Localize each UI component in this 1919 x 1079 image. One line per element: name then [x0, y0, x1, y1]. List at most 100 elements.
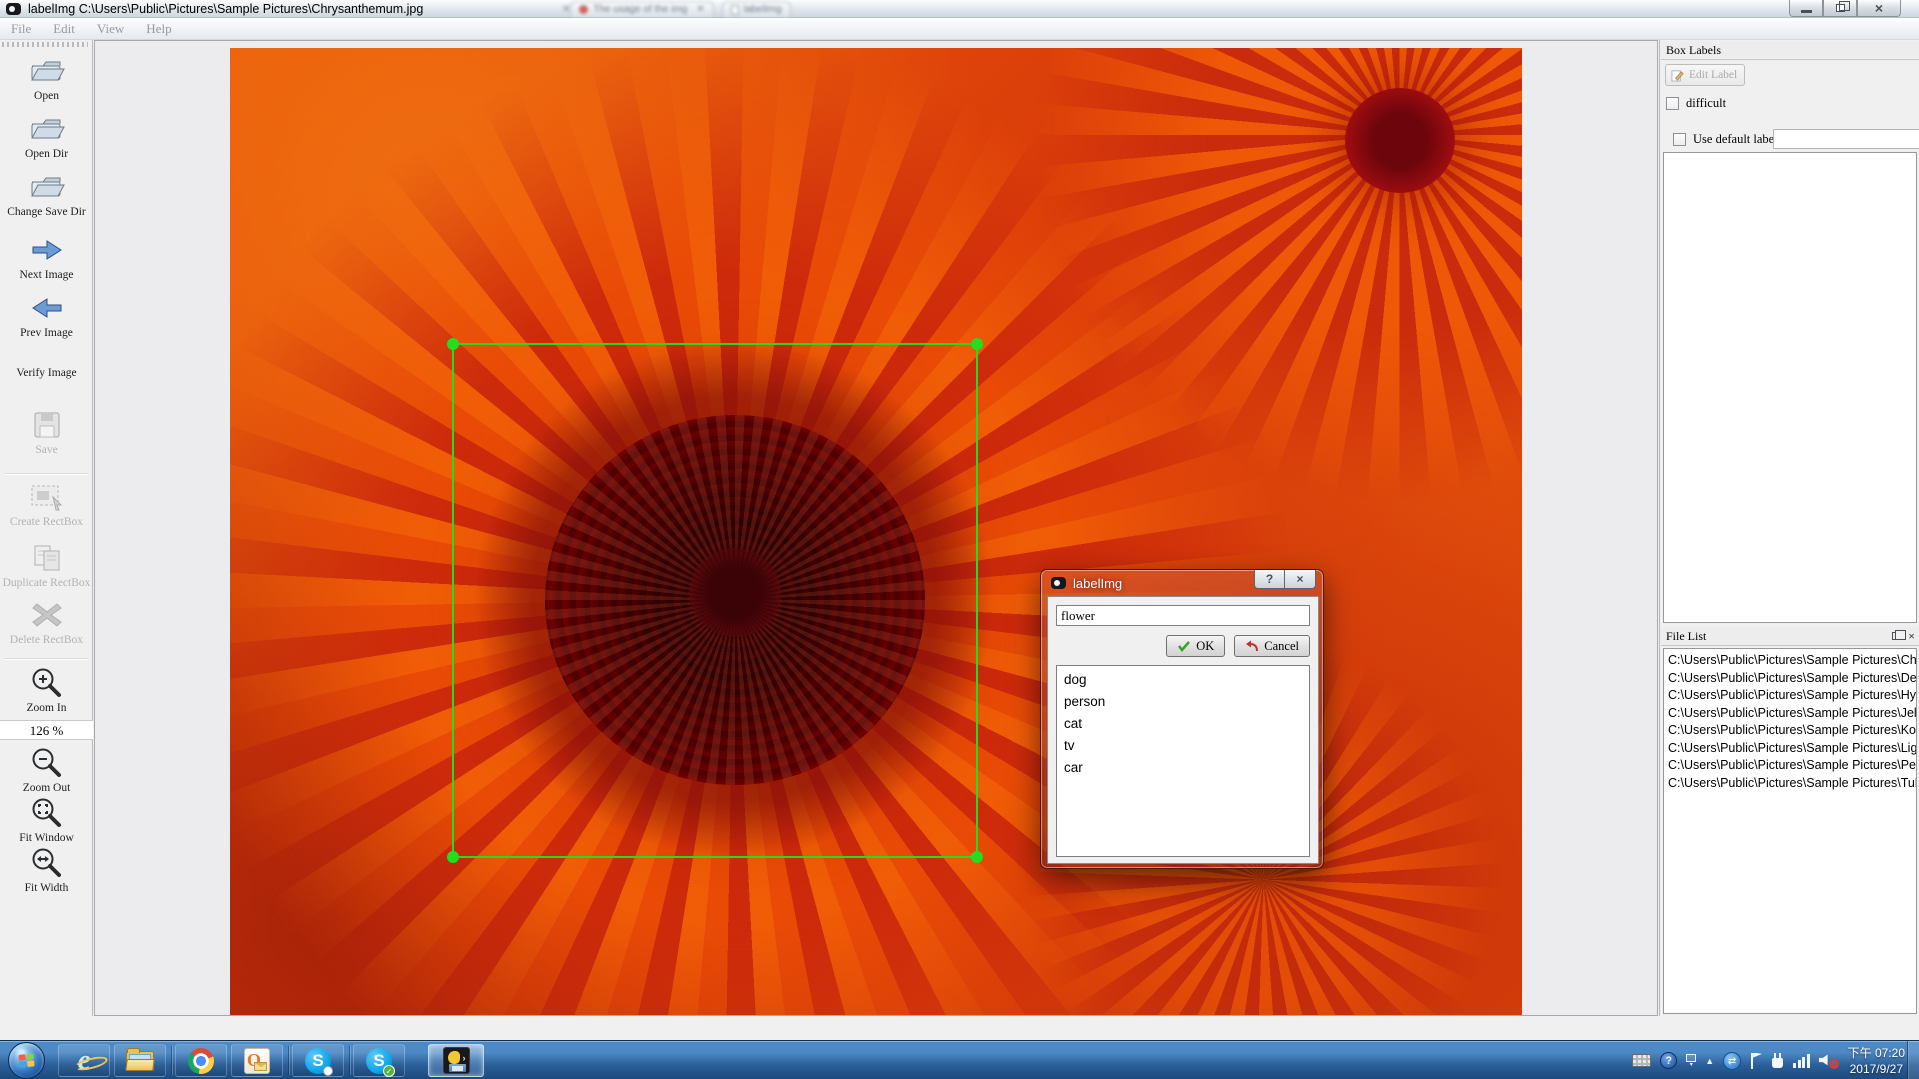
zoom-in-button[interactable]: Zoom In	[0, 666, 93, 715]
bbox-handle-bottomleft[interactable]	[447, 851, 459, 863]
taskbar-outlook-button[interactable]: O	[231, 1044, 283, 1077]
label-option[interactable]: tv	[1064, 735, 1309, 757]
safely-remove-hardware-icon[interactable]	[1771, 1053, 1784, 1068]
language-bar-icon[interactable]: ▾	[1686, 1054, 1696, 1068]
arrow-left-icon	[0, 291, 93, 325]
fit-width-button[interactable]: Fit Width	[0, 846, 93, 895]
verify-image-button[interactable]: Verify Image	[0, 365, 93, 380]
window-controls: ×	[1789, 0, 1901, 17]
arrow-right-icon	[0, 233, 93, 267]
taskbar-clock[interactable]: 下午 07:20 2017/9/27	[1848, 1045, 1905, 1077]
box-labels-list[interactable]	[1663, 152, 1917, 623]
save-button[interactable]: Save	[0, 408, 93, 457]
label-option[interactable]: person	[1064, 691, 1309, 713]
background-tab-close-icon[interactable]: ✕	[562, 4, 570, 15]
background-tab-1[interactable]: The usage of the img ✕	[570, 1, 713, 17]
next-image-button[interactable]: Next Image	[0, 233, 93, 282]
file-list-item[interactable]: C:\Users\Public\Pictures\Sample Pictures…	[1664, 775, 1916, 793]
screen: labelImg C:\Users\Public\Pictures\Sample…	[0, 0, 1919, 1079]
dock-close-icon[interactable]: ×	[1908, 630, 1915, 642]
close-button[interactable]: ×	[1857, 0, 1901, 17]
open-dir-button[interactable]: Open Dir	[0, 112, 93, 161]
dialog-close-button[interactable]: ×	[1285, 570, 1316, 589]
title-bar[interactable]: labelImg C:\Users\Public\Pictures\Sample…	[0, 0, 1919, 18]
open-button[interactable]: Open	[0, 54, 93, 103]
taskbar-skype-button[interactable]: S	[292, 1044, 344, 1077]
taskbar-skype-online-button[interactable]: S✓	[353, 1044, 405, 1077]
taskbar-internet-explorer-button[interactable]: e	[58, 1044, 110, 1077]
page-icon	[731, 5, 739, 15]
sync-icon[interactable]: ⇄	[1723, 1052, 1741, 1070]
create-rectbox-button[interactable]: Create RectBox	[0, 480, 93, 529]
taskbar-explorer-button[interactable]	[114, 1044, 166, 1077]
file-list-header[interactable]: File List ×	[1661, 627, 1919, 646]
file-list-item[interactable]: C:\Users\Public\Pictures\Sample Pictures…	[1664, 757, 1916, 775]
delete-rectbox-button[interactable]: Delete RectBox	[0, 598, 93, 647]
zoom-in-icon	[0, 666, 93, 700]
dialog-help-button[interactable]: ?	[1254, 570, 1285, 589]
label-dialog[interactable]: labelImg ? × OK Cancel dog person	[1040, 569, 1324, 869]
bbox-handle-topright[interactable]	[971, 338, 983, 350]
file-list-item[interactable]: C:\Users\Public\Pictures\Sample Pictures…	[1664, 705, 1916, 723]
network-signal-icon[interactable]	[1793, 1053, 1810, 1068]
volume-muted-icon[interactable]	[1819, 1052, 1839, 1069]
bbox-handle-topleft[interactable]	[447, 338, 459, 350]
show-desktop-button[interactable]	[1907, 1041, 1919, 1079]
menu-view[interactable]: View	[86, 21, 135, 37]
status-bar	[0, 1016, 1919, 1040]
minimize-button[interactable]	[1789, 0, 1823, 17]
internet-explorer-icon: e	[78, 1046, 91, 1075]
change-save-dir-button[interactable]: Change Save Dir	[0, 170, 93, 219]
use-default-label-row: Use default label	[1673, 132, 1778, 147]
action-center-flag-icon[interactable]	[1750, 1053, 1762, 1069]
file-list-item[interactable]: C:\Users\Public\Pictures\Sample Pictures…	[1664, 722, 1916, 740]
tab-close-icon[interactable]: ✕	[696, 4, 704, 15]
dialog-title-bar[interactable]: labelImg ? ×	[1041, 570, 1323, 596]
keyboard-icon[interactable]	[1632, 1054, 1651, 1067]
right-panel: Box Labels Edit Label difficult Use defa…	[1659, 40, 1919, 1016]
file-list-item[interactable]: C:\Users\Public\Pictures\Sample Pictures…	[1664, 652, 1916, 670]
show-hidden-icons[interactable]: ▲	[1705, 1056, 1714, 1066]
duplicate-rectbox-button[interactable]: Duplicate RectBox	[0, 541, 93, 590]
check-icon	[1177, 640, 1191, 652]
label-option[interactable]: cat	[1064, 713, 1309, 735]
label-option[interactable]: car	[1064, 757, 1309, 779]
prev-image-button[interactable]: Prev Image	[0, 291, 93, 340]
bounding-box[interactable]	[452, 343, 978, 858]
file-list[interactable]: C:\Users\Public\Pictures\Sample Pictures…	[1663, 648, 1917, 1014]
dock-float-icon[interactable]	[1892, 632, 1901, 640]
file-list-item[interactable]: C:\Users\Public\Pictures\Sample Pictures…	[1664, 687, 1916, 705]
fit-window-button[interactable]: Fit Window	[0, 796, 93, 845]
label-name-input[interactable]	[1056, 605, 1310, 626]
menu-help[interactable]: Help	[135, 21, 182, 37]
skype-icon: S	[305, 1048, 331, 1074]
rectbox-icon	[0, 480, 93, 514]
delete-x-icon	[0, 598, 93, 632]
cancel-button[interactable]: Cancel	[1234, 635, 1310, 657]
menu-file[interactable]: File	[0, 21, 42, 37]
ok-button[interactable]: OK	[1166, 635, 1225, 657]
use-default-label-checkbox[interactable]	[1673, 133, 1686, 146]
label-suggestion-list[interactable]: dog person cat tv car	[1056, 665, 1310, 857]
file-list-item[interactable]: C:\Users\Public\Pictures\Sample Pictures…	[1664, 670, 1916, 688]
toolbar-separator	[5, 473, 88, 474]
bbox-handle-bottomright[interactable]	[971, 851, 983, 863]
start-button[interactable]	[8, 1042, 45, 1079]
background-tab-2[interactable]: labelImg	[722, 1, 791, 17]
zoom-out-button[interactable]: Zoom Out	[0, 746, 93, 795]
help-icon[interactable]: ?	[1660, 1052, 1677, 1069]
menu-edit[interactable]: Edit	[42, 21, 86, 37]
toolbar-drag-handle[interactable]	[2, 42, 88, 47]
taskbar-labelimg-button[interactable]: ›	[428, 1044, 484, 1077]
difficult-row: difficult	[1666, 96, 1726, 111]
taskbar-chrome-button[interactable]	[175, 1044, 227, 1077]
difficult-checkbox[interactable]	[1666, 97, 1679, 110]
restore-button[interactable]	[1823, 0, 1857, 17]
default-label-input[interactable]	[1773, 129, 1919, 149]
zoom-percent-field[interactable]: 126 %	[0, 720, 93, 740]
file-list-item[interactable]: C:\Users\Public\Pictures\Sample Pictures…	[1664, 740, 1916, 758]
edit-label-button[interactable]: Edit Label	[1665, 64, 1745, 86]
label-option[interactable]: dog	[1064, 669, 1309, 691]
box-labels-header[interactable]: Box Labels	[1661, 41, 1919, 60]
taskbar-separator	[171, 1046, 172, 1075]
